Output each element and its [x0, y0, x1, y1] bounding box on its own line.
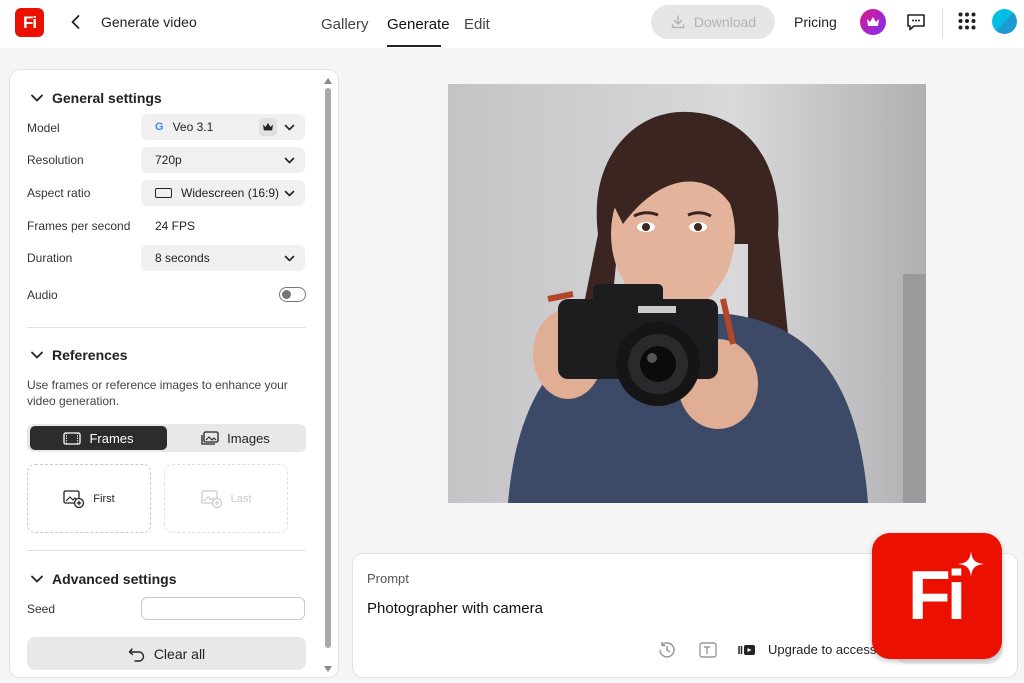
prompt-input[interactable]: Photographer with camera — [367, 600, 543, 617]
google-icon: G — [155, 121, 164, 133]
section-divider — [27, 327, 306, 328]
app-logo[interactable]: Fi — [15, 8, 44, 37]
settings-scrollbar[interactable] — [324, 78, 332, 672]
fps-label: Frames per second — [27, 219, 131, 233]
undo-icon — [128, 647, 144, 662]
video-settings-icon[interactable] — [737, 640, 757, 665]
chevron-down-icon — [31, 351, 43, 359]
fps-value: 24 FPS — [155, 219, 196, 233]
text-style-icon[interactable] — [698, 640, 718, 665]
resolution-label: Resolution — [27, 153, 84, 167]
scroll-thumb[interactable] — [325, 88, 331, 648]
model-value: Veo 3.1 — [172, 120, 214, 134]
tab-generate[interactable]: Generate — [387, 16, 450, 33]
header-divider — [942, 8, 943, 38]
aspect-ratio-value: Widescreen (16:9) — [181, 186, 280, 200]
firefly-logo-text: Fi — [908, 556, 966, 634]
general-settings-header[interactable]: General settings — [30, 90, 162, 106]
chevron-down-icon — [31, 575, 43, 583]
avatar[interactable] — [992, 9, 1017, 34]
frames-icon — [63, 431, 82, 445]
upgrade-to-access-link[interactable]: Upgrade to access — [768, 642, 876, 657]
download-label: Download — [693, 14, 757, 30]
scroll-up-arrow[interactable] — [324, 78, 332, 84]
images-icon — [201, 431, 219, 445]
references-title: References — [52, 347, 128, 363]
aspect-ratio-label: Aspect ratio — [27, 186, 91, 200]
frames-label: Frames — [89, 430, 134, 446]
audio-label: Audio — [27, 288, 58, 302]
images-tab[interactable]: Images — [167, 426, 304, 450]
scroll-down-arrow[interactable] — [324, 666, 332, 672]
tab-gallery[interactable]: Gallery — [321, 16, 369, 33]
firefly-logo-badge: Fi — [872, 533, 1002, 659]
add-image-icon — [200, 489, 222, 508]
back-icon[interactable] — [66, 12, 86, 32]
clear-all-button[interactable]: Clear all — [27, 637, 306, 670]
seed-input[interactable] — [141, 597, 305, 620]
aspect-rect-icon — [155, 188, 172, 198]
chat-icon[interactable] — [905, 11, 927, 33]
aspect-ratio-select[interactable]: Widescreen (16:9) — [141, 180, 305, 206]
model-label: Model — [27, 121, 60, 135]
chevron-down-icon — [284, 190, 295, 197]
references-header[interactable]: References — [30, 347, 128, 363]
download-icon — [671, 15, 685, 29]
pricing-link[interactable]: Pricing — [794, 14, 837, 30]
images-label: Images — [227, 430, 270, 446]
clear-all-label: Clear all — [153, 645, 206, 662]
first-frame-label: First — [93, 492, 115, 505]
crown-icon — [259, 118, 277, 136]
generated-image-preview[interactable] — [448, 84, 926, 503]
page-title: Generate video — [101, 14, 197, 30]
seed-label: Seed — [27, 602, 56, 616]
chevron-down-icon — [284, 124, 295, 131]
last-frame-label: Last — [230, 492, 252, 505]
chevron-down-icon — [284, 157, 295, 164]
audio-toggle[interactable] — [279, 287, 306, 302]
general-settings-title: General settings — [52, 90, 162, 106]
chevron-down-icon — [31, 94, 43, 102]
settings-panel: General settings Model G Veo 3.1 Resolut… — [10, 70, 338, 677]
section-divider — [27, 550, 306, 551]
crown-icon — [867, 17, 879, 26]
premium-crown-button[interactable] — [860, 9, 886, 35]
top-bar: Fi Generate video Gallery Generate Edit … — [0, 0, 1024, 48]
sparkle-icon — [958, 551, 984, 577]
duration-label: Duration — [27, 251, 73, 265]
first-frame-dropzone[interactable]: First — [27, 464, 151, 533]
references-help-text: Use frames or reference images to enhanc… — [27, 378, 288, 408]
active-tab-indicator — [387, 45, 441, 47]
last-frame-dropzone[interactable]: Last — [164, 464, 288, 533]
model-select[interactable]: G Veo 3.1 — [141, 114, 305, 140]
add-image-icon — [63, 489, 85, 508]
resolution-value: 720p — [155, 153, 182, 167]
apps-grid-icon[interactable] — [958, 12, 976, 30]
advanced-settings-header[interactable]: Advanced settings — [30, 571, 176, 587]
chevron-down-icon — [284, 255, 295, 262]
duration-value: 8 seconds — [155, 251, 210, 265]
duration-select[interactable]: 8 seconds — [141, 245, 305, 271]
download-button[interactable]: Download — [651, 5, 775, 39]
advanced-settings-title: Advanced settings — [52, 571, 177, 587]
reference-mode-switch: Frames Images — [27, 424, 306, 452]
resolution-select[interactable]: 720p — [141, 147, 305, 173]
history-icon[interactable] — [657, 640, 677, 665]
tab-edit[interactable]: Edit — [464, 16, 490, 33]
prompt-label: Prompt — [367, 571, 409, 586]
frames-tab[interactable]: Frames — [30, 426, 167, 450]
